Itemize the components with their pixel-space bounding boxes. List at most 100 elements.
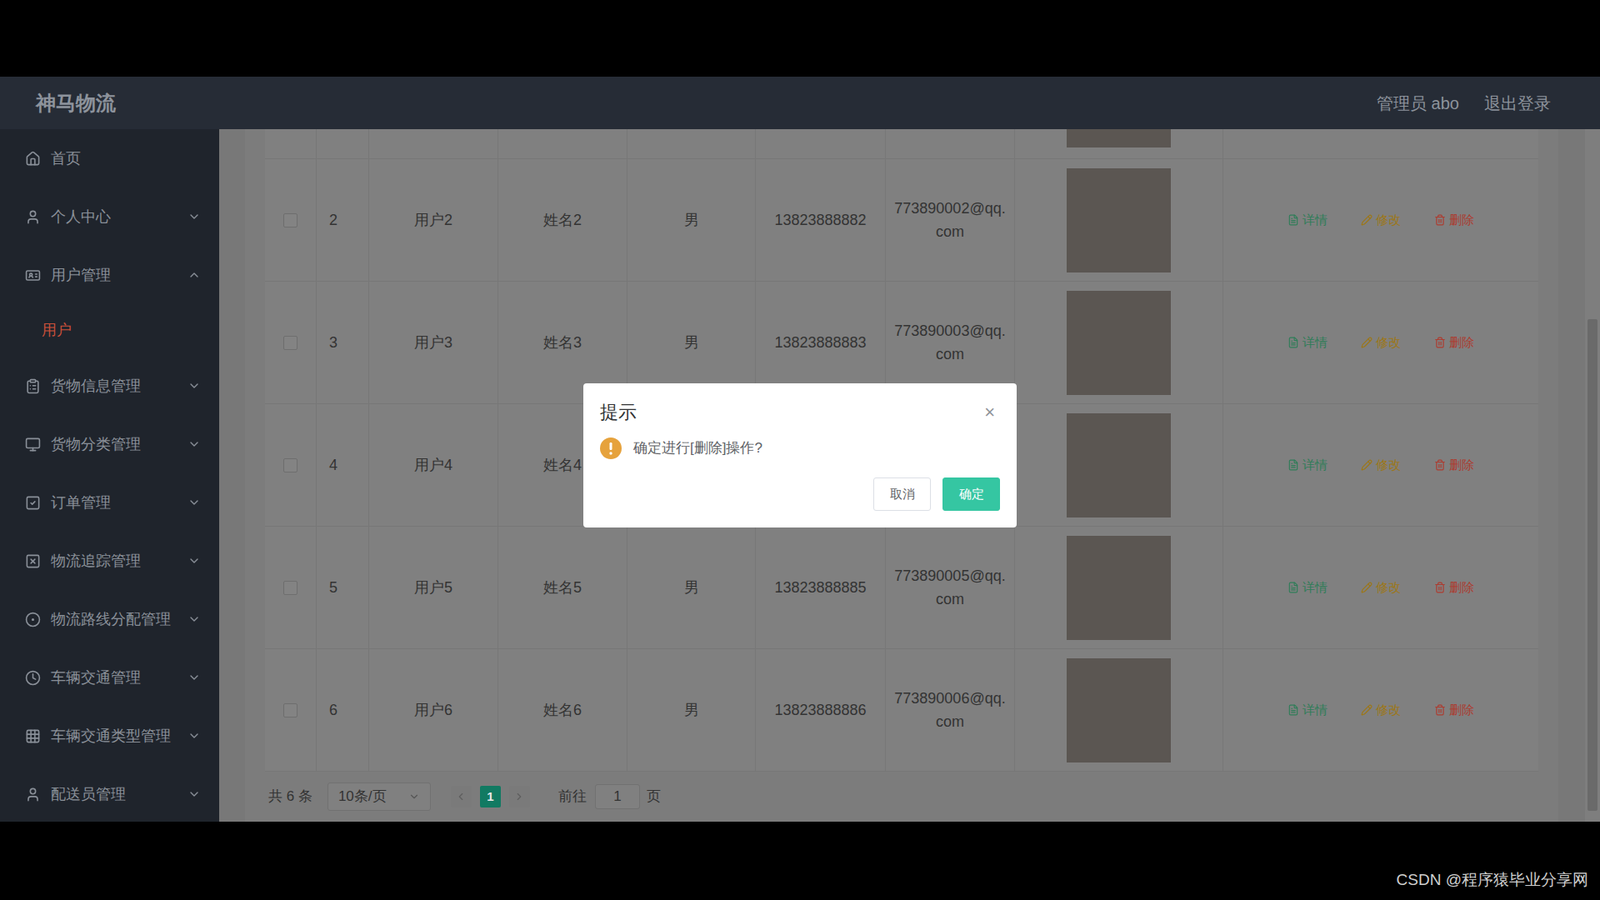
goto-label: 前往 (558, 785, 587, 808)
index-cell: 3 (316, 281, 370, 404)
action-button[interactable]: 详情 (1287, 455, 1328, 475)
index-cell: 4 (316, 404, 370, 526)
cell (369, 129, 499, 159)
action-button[interactable]: 修改 (1360, 578, 1401, 598)
cell (627, 129, 756, 159)
checkbox-cell (265, 281, 317, 404)
name-cell: 姓名2 (498, 159, 628, 281)
action-button[interactable]: 修改 (1360, 333, 1401, 353)
action-icon (1360, 704, 1373, 716)
chevron-down-icon (187, 210, 201, 224)
phone-cell: 13823888886 (755, 649, 886, 771)
sidebar-item[interactable]: 车辆交通管理 (0, 648, 220, 707)
action-button[interactable]: 详情 (1287, 210, 1328, 230)
warning-icon (600, 437, 622, 460)
sidebar-item[interactable]: 配送员管理 (0, 765, 220, 822)
avatar-image (1066, 290, 1171, 395)
sidebar-item[interactable]: 货物分类管理 (0, 415, 220, 474)
action-button[interactable]: 详情 (1287, 333, 1328, 353)
chevron-down-icon (187, 670, 201, 685)
action-icon (1287, 581, 1300, 594)
sidebar-item[interactable]: 物流路线分配管理 (0, 590, 220, 649)
actions-cell: 详情 修改 删除 (1223, 281, 1539, 404)
row-checkbox[interactable] (283, 335, 298, 350)
dialog-title: 提示 (600, 398, 637, 426)
scrollbar[interactable] (1585, 129, 1600, 822)
action-button[interactable]: 删除 (1434, 210, 1475, 230)
sidebar-item[interactable]: 物流追踪管理 (0, 531, 220, 590)
sidebar-item[interactable]: 个人中心 (0, 187, 220, 246)
page-size-select[interactable]: 10条/页 (327, 782, 431, 811)
action-button[interactable]: 详情 (1287, 578, 1328, 598)
cell (498, 129, 628, 159)
action-button[interactable]: 修改 (1360, 210, 1401, 230)
row-checkbox[interactable] (283, 458, 298, 473)
sidebar-item[interactable]: 货物信息管理 (0, 356, 220, 415)
menu-icon (25, 611, 41, 628)
phone-cell: 13823888885 (755, 526, 886, 649)
table-row[interactable]: 5用户5姓名5男13823888885773890005@qq.com详情修改删… (265, 526, 1539, 650)
action-button[interactable]: 删除 (1434, 700, 1475, 720)
sidebar-item[interactable]: 车辆交通类型管理 (0, 706, 220, 765)
index-cell: 5 (316, 526, 370, 649)
action-icon (1434, 704, 1446, 716)
chevron-down-icon (187, 379, 201, 393)
sidebar-item[interactable]: 首页 (0, 129, 220, 188)
avatar-image (1066, 413, 1171, 518)
next-icon (513, 790, 525, 803)
brand: 神马物流 (35, 88, 116, 119)
prev-button[interactable] (450, 785, 472, 808)
action-button[interactable]: 详情 (1287, 700, 1328, 720)
action-button[interactable]: 删除 (1434, 333, 1475, 353)
cell (316, 129, 370, 159)
actions-cell: 详情 修改 删除 (1223, 404, 1539, 526)
menu-icon (25, 436, 41, 453)
app: 神马物流管理员 abo退出登录首页个人中心用户管理用户货物信息管理货物分类管理订… (0, 76, 1600, 822)
gender-cell: 男 (627, 526, 756, 649)
next-button[interactable] (509, 785, 530, 808)
screen: 神马物流管理员 abo退出登录首页个人中心用户管理用户货物信息管理货物分类管理订… (0, 0, 1600, 900)
menu-icon (25, 670, 41, 686)
logout-link[interactable]: 退出登录 (1484, 90, 1551, 116)
row-checkbox[interactable] (283, 213, 298, 228)
action-button[interactable]: 修改 (1360, 700, 1401, 720)
email-cell: 773890006@qq.com (885, 649, 1015, 771)
avatar-image (1066, 129, 1171, 148)
checkbox-cell (265, 649, 317, 771)
confirm-button[interactable]: 确定 (942, 477, 1000, 511)
table-row[interactable]: 2用户2姓名2男13823888882773890002@qq.com详情修改删… (265, 159, 1539, 282)
table-row-partial (265, 129, 1539, 160)
action-button[interactable]: 删除 (1434, 455, 1475, 475)
row-checkbox[interactable] (283, 580, 298, 595)
page-button[interactable]: 1 (480, 785, 501, 808)
menu-icon (25, 495, 41, 511)
action-icon (1287, 214, 1300, 226)
username-cell: 用户6 (369, 649, 499, 771)
letterbox-top (0, 0, 1600, 77)
actions-cell: 详情 修改 删除 (1223, 159, 1539, 281)
goto-input[interactable]: 1 (595, 784, 640, 810)
email-cell: 773890002@qq.com (885, 159, 1015, 281)
table-row[interactable]: 6用户6姓名6男13823888886773890006@qq.com详情修改删… (265, 649, 1539, 772)
gender-cell: 男 (627, 159, 756, 281)
menu-icon (25, 209, 41, 225)
chevron-down-icon (187, 495, 201, 510)
dialog-message: 确定进行[删除]操作? (633, 437, 763, 460)
scrollbar-thumb[interactable] (1587, 319, 1598, 811)
action-icon (1434, 581, 1446, 594)
username-cell: 用户2 (369, 159, 499, 281)
cancel-button[interactable]: 取消 (873, 477, 931, 511)
sidebar-item[interactable]: 用户管理 (0, 245, 220, 305)
sidebar-item[interactable]: 订单管理 (0, 473, 220, 532)
row-checkbox[interactable] (283, 703, 298, 718)
close-button[interactable]: × (984, 403, 1000, 422)
action-button[interactable]: 删除 (1434, 578, 1475, 598)
action-icon (1287, 459, 1300, 471)
prev-icon (455, 790, 467, 803)
username-cell: 用户4 (369, 404, 499, 526)
sidebar-subitem[interactable]: 用户 (0, 304, 220, 357)
checkbox-cell (265, 404, 317, 526)
action-button[interactable]: 修改 (1360, 455, 1401, 475)
username-cell: 用户3 (369, 281, 499, 404)
chevron-down-icon (187, 437, 201, 451)
